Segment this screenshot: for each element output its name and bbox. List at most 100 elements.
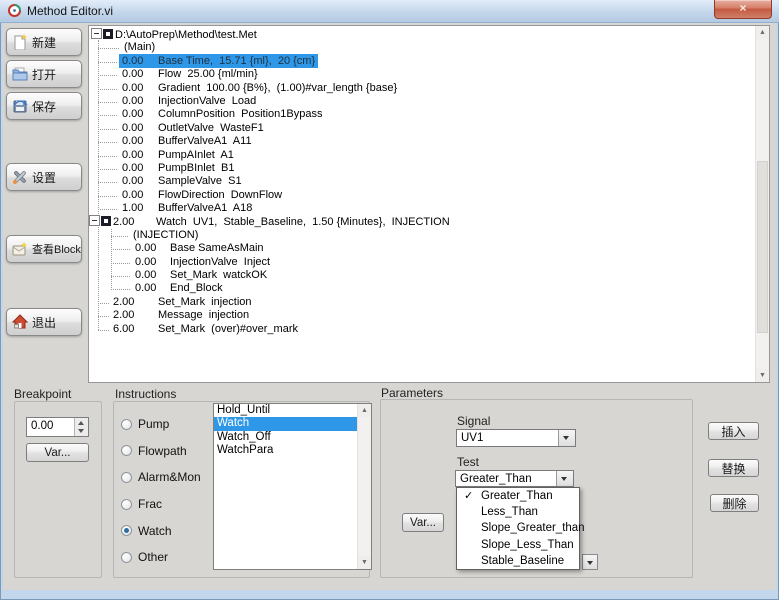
tree-row[interactable]: 0.00PumpBInlet B1 [89,162,755,175]
tree-row[interactable]: 0.00End_Block [89,282,755,295]
tree-row[interactable]: (INJECTION) [89,229,755,242]
radio-label: Alarm&Mon [138,470,201,484]
radio-alarm-mon[interactable]: Alarm&Mon [121,464,201,491]
tree-row[interactable]: 2.00Message injection [89,309,755,322]
tree-row[interactable]: 6.00Set_Mark (over)#over_mark [89,323,755,336]
tree-row[interactable]: 0.00ColumnPosition Position1Bypass [89,108,755,121]
radio-icon[interactable] [121,445,132,456]
radio-icon[interactable] [121,525,132,536]
tree-row-text: BufferValveA1 A11 [158,135,252,147]
exit-button[interactable]: 退出 [6,308,82,336]
tree-row[interactable]: 0.00InjectionValve Inject [89,256,755,269]
close-button[interactable]: × [714,0,772,19]
radio-frac[interactable]: Frac [121,491,201,518]
tree-row-content: 0.00OutletValve WasteF1 [122,122,264,134]
parameters-var-button[interactable]: Var... [402,513,444,532]
parameters-label: Parameters [381,386,443,400]
menu-item[interactable]: Less_Than [457,504,579,520]
tree-row[interactable]: D:\AutoPrep\Method\test.Met [89,28,755,41]
save-button[interactable]: 保存 [6,92,82,120]
tree-row-content: 0.00Flow 25.00 {ml/min} [122,68,258,80]
spinner-arrows[interactable] [74,418,88,436]
tree-row-text: OutletValve WasteF1 [158,122,264,134]
breakpoint-label: Breakpoint [14,387,71,401]
tree-row[interactable]: 0.00FlowDirection DownFlow [89,189,755,202]
scroll-up-icon[interactable]: ▲ [358,404,371,417]
app-logo-icon [7,3,22,18]
radio-label: Pump [138,417,169,431]
menu-item[interactable]: Slope_Greater_than [457,520,579,536]
tree-scrollbar[interactable]: ▲ ▼ [755,26,769,382]
tree-row[interactable]: (Main) [89,41,755,54]
tree-row-content: 0.00FlowDirection DownFlow [122,189,282,201]
scroll-down-icon[interactable]: ▼ [756,369,769,382]
list-item[interactable]: Watch_Off [214,431,358,444]
breakpoint-spinner[interactable]: 0.00 [26,417,89,437]
radio-icon[interactable] [121,472,132,483]
tree-row[interactable]: 0.00Base Time, 15.71 {ml}, 20 {cm} [89,55,755,68]
tree-row-content: 0.00PumpBInlet B1 [122,162,234,174]
radio-watch[interactable]: Watch [121,517,201,544]
delete-button[interactable]: 删除 [710,494,759,512]
spin-up-icon[interactable] [78,421,84,425]
test-dropdown-menu: Greater_ThanLess_ThanSlope_Greater_thanS… [456,487,580,570]
tree-row[interactable]: 0.00SampleValve S1 [89,175,755,188]
radio-icon[interactable] [121,552,132,563]
settings-button[interactable]: 设置 [6,163,82,191]
list-item[interactable]: Watch [214,417,358,430]
tree-row-content: 0.00PumpAInlet A1 [122,149,234,161]
combo-arrow-icon[interactable] [558,430,575,446]
tree-row-time: 2.00 [113,216,156,229]
tree-row[interactable]: 0.00Base SameAsMain [89,242,755,255]
tree-row[interactable]: 2.00Watch UV1, Stable_Baseline, 1.50 {Mi… [89,215,755,228]
collapse-icon[interactable] [91,28,102,39]
menu-item[interactable]: Stable_Baseline [457,553,579,569]
tree-row-text: PumpAInlet A1 [158,149,234,161]
tree-row-text: Set_Mark (over)#over_mark [158,323,298,335]
open-button[interactable]: 打开 [6,60,82,88]
view-block-button-label: 查看Block [32,241,81,257]
scrollbar-thumb[interactable] [757,161,768,333]
tree-row[interactable]: 0.00Flow 25.00 {ml/min} [89,68,755,81]
collapse-icon[interactable] [89,215,100,226]
tree-row-text: PumpBInlet B1 [158,162,234,174]
exit-button-label: 退出 [32,314,56,331]
tree-row[interactable]: 0.00PumpAInlet A1 [89,149,755,162]
listbox-scrollbar[interactable]: ▲ ▼ [357,404,371,569]
signal-combobox[interactable]: UV1 [456,429,576,447]
replace-button[interactable]: 替换 [708,459,759,477]
tree-row[interactable]: 2.00Set_Mark injection [89,296,755,309]
breakpoint-var-button[interactable]: Var... [26,443,89,462]
tree-row-text: Base Time, 15.71 {ml}, 20 {cm} [158,55,315,67]
new-button[interactable]: 新建 [6,28,82,56]
instruction-listbox[interactable]: Hold_UntilWatchWatch_OffWatchPara ▲ ▼ [213,403,372,570]
tree-row-time: 0.00 [122,189,158,202]
list-item[interactable]: WatchPara [214,444,358,457]
scroll-up-icon[interactable]: ▲ [756,26,769,39]
tree-row[interactable]: 0.00Set_Mark watckOK [89,269,755,282]
menu-item[interactable]: Slope_Less_Than [457,537,579,553]
view-block-button[interactable]: 查看Block [6,235,82,263]
combo-arrow-icon[interactable] [556,471,573,486]
tree-row-text: (Main) [124,41,155,53]
radio-icon[interactable] [121,499,132,510]
hidden-combo-arrow-icon[interactable] [582,554,598,570]
tree-row[interactable]: 0.00InjectionValve Load [89,95,755,108]
tree-row[interactable]: 1.00BufferValveA1 A18 [89,202,755,215]
title-bar[interactable]: Method Editor.vi × [0,0,779,23]
radio-pump[interactable]: Pump [121,411,201,438]
insert-button[interactable]: 插入 [708,422,759,440]
tree-row-text: Gradient 100.00 {B%}, (1.00)#var_length … [158,82,397,94]
spin-down-icon[interactable] [78,429,84,433]
tree-row[interactable]: 0.00OutletValve WasteF1 [89,122,755,135]
method-tree[interactable]: D:\AutoPrep\Method\test.Met(Main)0.00Bas… [88,25,770,383]
test-combobox[interactable]: Greater_Than [455,470,574,487]
list-item[interactable]: Hold_Until [214,404,358,417]
radio-flowpath[interactable]: Flowpath [121,438,201,465]
tree-row[interactable]: 0.00BufferValveA1 A11 [89,135,755,148]
radio-other[interactable]: Other [121,544,201,571]
scroll-down-icon[interactable]: ▼ [358,556,371,569]
menu-item[interactable]: Greater_Than [457,488,579,504]
radio-icon[interactable] [121,419,132,430]
tree-row[interactable]: 0.00Gradient 100.00 {B%}, (1.00)#var_len… [89,82,755,95]
